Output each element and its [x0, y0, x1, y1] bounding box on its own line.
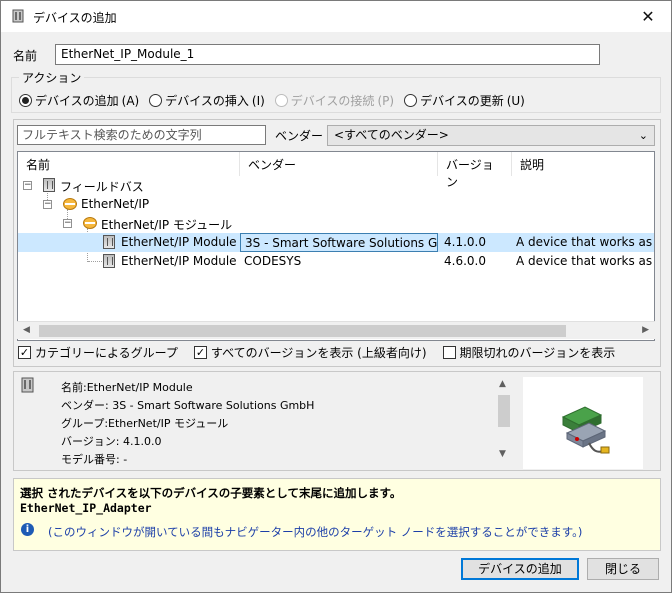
checkbox-indicator[interactable]: ✓ — [18, 346, 31, 359]
info-name: 名前:EtherNet/IP Module — [61, 381, 193, 394]
checkbox-label: カテゴリーによるグループ — [35, 346, 178, 360]
checkbox-label: すべてのバージョンを表示 (上級者向け) — [210, 346, 427, 360]
add-device-dialog: デバイスの追加 ✕ 名前 EtherNet_IP_Module_1 アクション … — [0, 0, 672, 593]
tree-row-fieldbus[interactable]: − フィールドバス — [18, 176, 654, 195]
group-by-category-checkbox[interactable]: ✓ カテゴリーによるグループ — [18, 344, 178, 361]
tree-row-ethernetip-module-group[interactable]: − EtherNet/IP モジュール — [18, 214, 654, 233]
radio-label: デバイスの更新 — [420, 94, 504, 108]
vendor-label: ベンダー — [275, 129, 324, 143]
radio-update-device[interactable]: デバイスの更新 (U) — [404, 92, 525, 109]
radio-add-device[interactable]: デバイスの追加 (A) — [19, 92, 139, 109]
scrollbar-thumb[interactable] — [39, 325, 566, 337]
chevron-down-icon: ⌄ — [638, 129, 648, 142]
device-info-text: 名前:EtherNet/IP Module ベンダー: 3S - Smart S… — [61, 379, 314, 469]
column-header-version[interactable]: バージョン — [438, 152, 512, 189]
checkbox-label: 期限切れのバージョンを表示 — [459, 346, 616, 360]
hint-navigator-note: (このウィンドウが開いている間もナビゲーター内の他のターゲット ノードを選択する… — [48, 525, 583, 539]
column-header-vendor[interactable]: ベンダー — [240, 152, 438, 176]
device-preview-image — [523, 377, 643, 469]
fulltext-search-input[interactable]: フルテキスト検索のための文字列 — [17, 125, 266, 145]
device-description-cell: A device that works as an Etl — [516, 235, 654, 249]
radio-mnemonic: (U) — [506, 93, 525, 108]
column-header-description[interactable]: 説明 — [512, 152, 654, 176]
tree-row-label: フィールドバス — [60, 180, 144, 194]
vendor-dropdown[interactable]: <すべてのベンダー> ⌄ — [327, 125, 655, 146]
fieldbus-icon — [83, 217, 97, 229]
tree-row-ethernetip[interactable]: − EtherNet/IP — [18, 195, 654, 214]
device-tree-list[interactable]: 名前 ベンダー バージョン 説明 − フィールドバス − EtherNet/IP… — [17, 151, 655, 341]
fieldbus-icon — [63, 198, 77, 210]
show-all-versions-checkbox[interactable]: ✓ すべてのバージョンを表示 (上級者向け) — [193, 344, 427, 361]
hint-append-text: 選択 されたデバイスを以下のデバイスの子要素として末尾に追加します。 — [20, 486, 402, 500]
scroll-right-icon[interactable]: ▶ — [642, 325, 649, 335]
action-radio-group: デバイスの追加 (A) デバイスの挿入 (I) デバイスの接続 (P) デバイスの更新… — [19, 92, 529, 109]
scroll-down-icon[interactable]: ▼ — [499, 449, 506, 459]
action-group-title: アクション — [19, 69, 85, 86]
collapse-icon[interactable]: − — [63, 219, 72, 228]
column-header-name[interactable]: 名前 — [18, 152, 240, 176]
radio-indicator[interactable] — [404, 94, 418, 107]
device-icon — [21, 377, 34, 393]
network-device-icon — [561, 406, 610, 454]
name-label: 名前 — [13, 49, 38, 63]
checkbox-indicator[interactable] — [442, 346, 456, 359]
device-icon — [103, 235, 115, 249]
device-version-cell: 4.6.0.0 — [444, 254, 486, 268]
radio-label: デバイスの接続 — [290, 94, 375, 108]
info-group: グループ:EtherNet/IP モジュール — [61, 417, 229, 430]
device-name-cell: EtherNet/IP Module — [121, 254, 237, 268]
radio-indicator[interactable] — [149, 94, 163, 107]
device-description-cell: A device that works as an Etl — [516, 254, 654, 268]
tree-row-device[interactable]: EtherNet/IP Module CODESYS 4.6.0.0 A dev… — [18, 252, 654, 271]
info-icon: i — [21, 523, 34, 536]
close-window-button[interactable]: ✕ — [625, 1, 671, 32]
vendor-selected-value: <すべてのベンダー> — [334, 128, 449, 142]
device-app-icon — [12, 9, 24, 23]
radio-plug-device: デバイスの接続 (P) — [274, 92, 395, 109]
checkbox-indicator[interactable]: ✓ — [193, 346, 207, 359]
info-vendor: ベンダー: 3S - Smart Software Solutions GmbH — [61, 399, 315, 412]
scroll-up-icon[interactable]: ▲ — [499, 379, 506, 389]
radio-mnemonic: (A) — [121, 93, 140, 108]
radio-mnemonic: (P) — [377, 93, 395, 108]
tree-row-label: EtherNet/IP モジュール — [101, 218, 233, 232]
device-icon — [103, 254, 115, 268]
show-outdated-versions-checkbox[interactable]: 期限切れのバージョンを表示 — [442, 344, 616, 361]
add-device-button[interactable]: デバイスの追加 — [461, 558, 579, 580]
radio-mnemonic: (I) — [251, 93, 265, 108]
info-vertical-scrollbar[interactable]: ▲ ▼ — [496, 377, 512, 461]
radio-label: デバイスの追加 — [35, 94, 119, 108]
list-horizontal-scrollbar[interactable]: ◀ ▶ — [17, 321, 655, 339]
info-model: モデル番号: - — [61, 453, 128, 466]
tree-row-device-selected[interactable]: EtherNet/IP Module 3S - Smart Software S… — [18, 233, 654, 252]
window-title: デバイスの追加 — [33, 11, 117, 25]
device-folder-icon — [43, 178, 55, 192]
collapse-icon[interactable]: − — [43, 200, 52, 209]
close-button[interactable]: 閉じる — [587, 558, 659, 580]
radio-insert-device[interactable]: デバイスの挿入 (I) — [149, 92, 265, 109]
scroll-left-icon[interactable]: ◀ — [23, 325, 30, 335]
scrollbar-thumb[interactable] — [498, 395, 510, 427]
list-options: ✓ カテゴリーによるグループ ✓ すべてのバージョンを表示 (上級者向け) 期限… — [18, 344, 615, 361]
radio-indicator[interactable] — [19, 94, 32, 107]
info-version: バージョン: 4.1.0.0 — [61, 435, 162, 448]
radio-label: デバイスの挿入 — [165, 94, 249, 108]
tree-row-label: EtherNet/IP — [81, 197, 150, 211]
hint-parent-device: EtherNet_IP_Adapter — [20, 501, 152, 515]
collapse-icon[interactable]: − — [23, 181, 32, 190]
radio-indicator — [274, 94, 288, 107]
device-vendor-cell: 3S - Smart Software Solutions GmbH — [240, 233, 438, 252]
device-name-input[interactable]: EtherNet_IP_Module_1 — [55, 44, 600, 65]
hint-panel: 選択 されたデバイスを以下のデバイスの子要素として末尾に追加します。 Ether… — [13, 478, 661, 551]
device-vendor-cell: CODESYS — [244, 254, 302, 268]
device-version-cell: 4.1.0.0 — [444, 235, 486, 249]
device-name-cell: EtherNet/IP Module — [121, 235, 237, 249]
title-bar: デバイスの追加 ✕ — [1, 1, 671, 32]
